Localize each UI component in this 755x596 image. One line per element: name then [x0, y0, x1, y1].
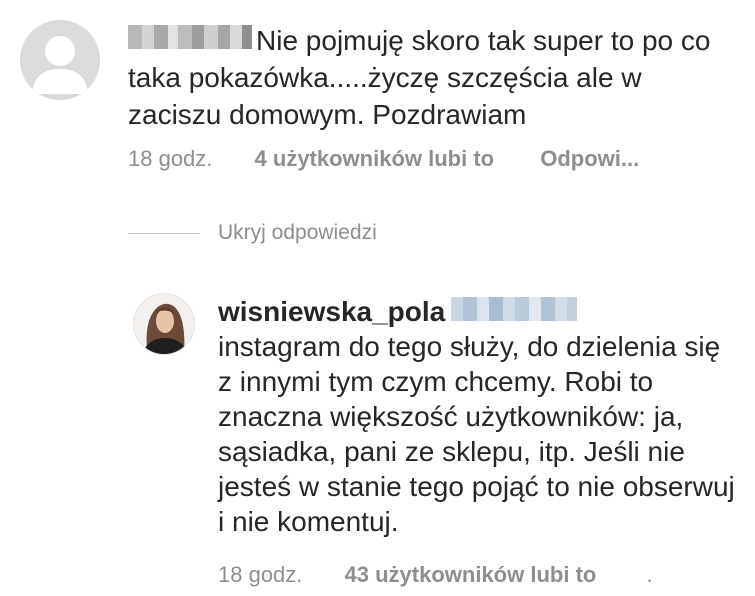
comment-body: Nie pojmuję skoro tak super to po co tak… — [128, 22, 728, 133]
reply-username[interactable]: wisniewska_pola — [218, 296, 445, 327]
hide-replies-button[interactable]: Ukryj odpowiedzi — [128, 218, 377, 248]
reply-likes-link[interactable]: 43 użytkowników lubi to — [345, 562, 597, 587]
reply-avatar[interactable] — [133, 293, 195, 355]
hide-replies-divider — [128, 232, 200, 234]
reply-meta: 18 godz. 43 użytkowników lubi to . — [218, 562, 653, 588]
reply-body: wisniewska_pola instagram do tego służy,… — [218, 294, 738, 539]
reply-more-dot[interactable]: . — [646, 562, 652, 587]
reply-text: instagram do tego służy, do dzielenia si… — [218, 331, 735, 537]
comment-meta: 18 godz. 4 użytkowników lubi to Odpowi..… — [128, 146, 639, 172]
reply-button[interactable]: Odpowi... — [540, 146, 639, 171]
reply-timestamp: 18 godz. — [218, 562, 303, 587]
comment-timestamp: 18 godz. — [128, 146, 213, 171]
redacted-mention[interactable] — [451, 297, 578, 321]
default-avatar-icon — [20, 20, 100, 100]
profile-photo — [134, 294, 194, 354]
comment-likes-link[interactable]: 4 użytkowników lubi to — [255, 146, 495, 171]
redacted-username[interactable] — [128, 25, 252, 49]
commenter-avatar[interactable] — [20, 20, 100, 100]
hide-replies-label: Ukryj odpowiedzi — [218, 221, 377, 244]
